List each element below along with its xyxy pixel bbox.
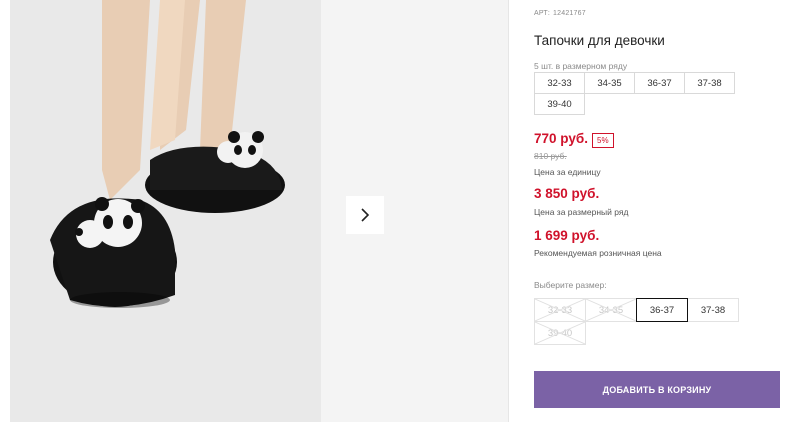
product-photo [10,0,321,422]
chevron-right-icon [361,208,370,222]
size-option-label: 37-38 [700,304,726,316]
pack-size: 32-33 [534,72,585,94]
pack-size: 39-40 [534,93,585,115]
size-option-37-38[interactable]: 37-38 [687,298,739,322]
cross-out-icon [535,322,585,344]
unit-price-caption: Цена за единицу [534,167,601,177]
cross-out-icon [535,299,585,321]
unit-price: 770 руб. [534,131,588,146]
divider [508,0,509,422]
size-option-label: 36-37 [649,304,675,316]
pack-price-caption: Цена за размерный ряд [534,207,629,217]
size-select-label: Выберите размер: [534,280,607,290]
pack-price: 3 850 руб. [534,186,600,201]
retail-price: 1 699 руб. [534,228,600,243]
product-gallery [10,0,508,422]
cross-out-icon [586,299,636,321]
pack-label: 5 шт. в размерном ряду [534,61,628,71]
size-option-36-37[interactable]: 36-37 [636,298,688,322]
size-option-39-40: 39-40 [534,321,586,345]
add-to-cart-button[interactable]: ДОБАВИТЬ В КОРЗИНУ [534,371,780,408]
retail-price-caption: Рекомендуемая розничная цена [534,248,662,258]
article-value: 12421767 [553,10,586,17]
old-price: 810 руб. [534,151,567,161]
size-option-32-33: 32-33 [534,298,586,322]
pack-size: 37-38 [684,72,735,94]
article-label: АРТ: [534,10,551,17]
discount-badge: 5% [592,133,614,148]
pack-size-grid: 32-33 34-35 36-37 37-38 39-40 [534,72,744,115]
next-image-button[interactable] [346,196,384,234]
pack-size: 36-37 [634,72,685,94]
article-number: АРТ: 12421767 [534,10,586,17]
pack-size: 34-35 [584,72,635,94]
size-selector: 32-33 34-35 36-37 37-38 39-40 [534,298,744,345]
size-option-34-35: 34-35 [585,298,637,322]
product-title: Тапочки для девочки [534,33,665,48]
